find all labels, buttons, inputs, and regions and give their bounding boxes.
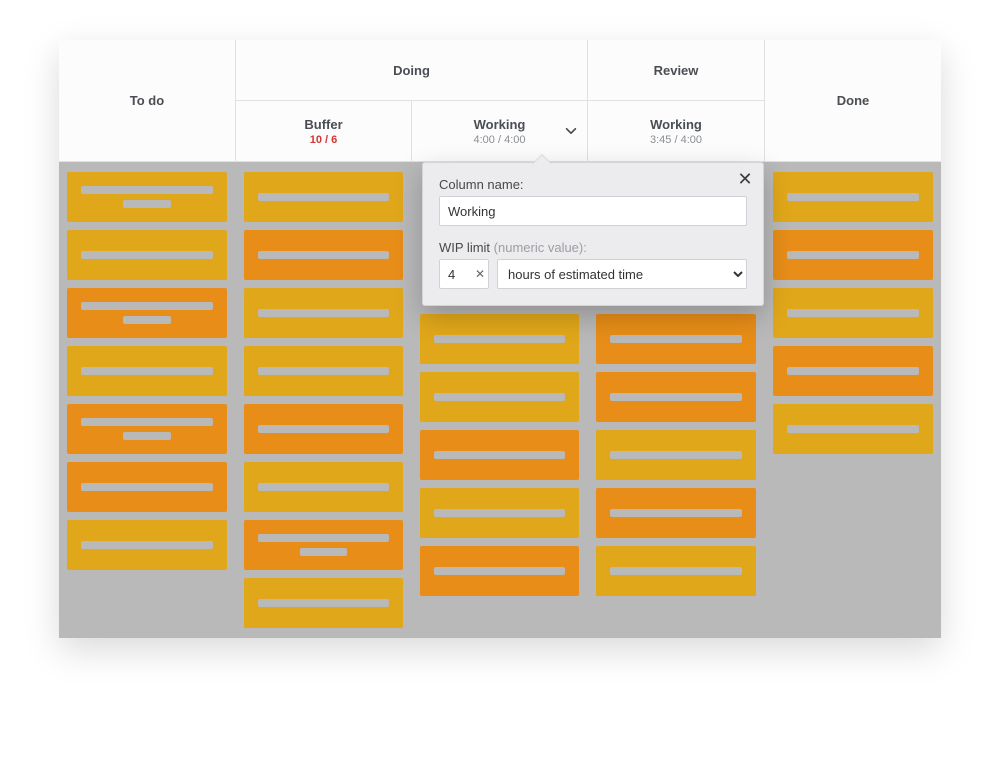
card[interactable] [596, 430, 756, 480]
card[interactable] [596, 372, 756, 422]
card[interactable] [420, 546, 579, 596]
card[interactable] [596, 314, 756, 364]
card-line [434, 567, 565, 575]
card-line [610, 509, 742, 517]
card[interactable] [773, 346, 933, 396]
card[interactable] [67, 346, 227, 396]
card-line [123, 316, 171, 324]
col-group-review: Review Working 3:45 / 4:00 [588, 40, 765, 162]
card[interactable] [244, 462, 403, 512]
card-line [123, 432, 171, 440]
card-line [258, 367, 389, 375]
subcol-label: Working [650, 117, 702, 132]
card-line [258, 309, 389, 317]
card[interactable] [67, 462, 227, 512]
card-line [787, 309, 919, 317]
col-header-done[interactable]: Done [765, 40, 941, 162]
card-line [258, 193, 389, 201]
card[interactable] [244, 288, 403, 338]
lane-todo[interactable] [59, 162, 236, 638]
chevron-down-icon[interactable] [563, 123, 579, 139]
subcol-header-working-review[interactable]: Working 3:45 / 4:00 [588, 101, 765, 162]
card[interactable] [773, 404, 933, 454]
card-line [258, 534, 389, 542]
card-line [300, 548, 347, 556]
card[interactable] [596, 488, 756, 538]
card[interactable] [67, 520, 227, 570]
card[interactable] [244, 520, 403, 570]
card-line [787, 425, 919, 433]
card-line [434, 335, 565, 343]
card-line [81, 418, 213, 426]
subcol-header-working-doing[interactable]: Working 4:00 / 4:00 [412, 101, 588, 162]
card[interactable] [420, 488, 579, 538]
clear-icon[interactable]: ✕ [475, 267, 485, 281]
card[interactable] [244, 404, 403, 454]
column-edit-popover: ✕ Column name: WIP limit (numeric value)… [422, 162, 764, 306]
card[interactable] [420, 314, 579, 364]
card[interactable] [67, 230, 227, 280]
subcol-label: Buffer [304, 117, 342, 132]
wip-limit-label-text: WIP limit [439, 240, 490, 255]
wip-number-wrap: ✕ [439, 259, 489, 289]
card[interactable] [67, 172, 227, 222]
card-line [610, 451, 742, 459]
lane-buffer[interactable] [236, 162, 412, 638]
card-line [434, 509, 565, 517]
popover-arrow [533, 155, 551, 164]
card-line [434, 393, 565, 401]
header-row-groups: To do Doing Buffer 10 / 6 Working 4:00 /… [59, 40, 941, 162]
col-group-doing: Doing Buffer 10 / 6 Working 4:00 / 4:00 [236, 40, 588, 162]
lane-done[interactable] [765, 162, 941, 638]
card[interactable] [773, 172, 933, 222]
col-header-review[interactable]: Review [588, 40, 765, 101]
card[interactable] [244, 578, 403, 628]
card-line [258, 425, 389, 433]
column-name-label: Column name: [439, 177, 747, 192]
card-line [610, 393, 742, 401]
card-line [123, 200, 171, 208]
wip-limit-hint: (numeric value): [490, 240, 587, 255]
card-line [610, 335, 742, 343]
card-line [434, 451, 565, 459]
subcol-meta: 3:45 / 4:00 [650, 134, 702, 146]
card[interactable] [244, 230, 403, 280]
close-icon[interactable]: ✕ [735, 169, 755, 189]
card[interactable] [67, 404, 227, 454]
card-line [81, 483, 213, 491]
subcol-meta: 10 / 6 [310, 134, 338, 146]
subcol-meta: 4:00 / 4:00 [474, 134, 526, 146]
card-line [610, 567, 742, 575]
card[interactable] [244, 172, 403, 222]
card[interactable] [773, 230, 933, 280]
card[interactable] [596, 546, 756, 596]
card-line [787, 193, 919, 201]
card-line [81, 367, 213, 375]
card[interactable] [244, 346, 403, 396]
card-line [81, 541, 213, 549]
wip-unit-select[interactable]: hours of estimated time [497, 259, 747, 289]
card[interactable] [420, 372, 579, 422]
card-line [81, 186, 213, 194]
col-header-todo[interactable]: To do [59, 40, 236, 162]
card-line [258, 599, 389, 607]
wip-limit-label: WIP limit (numeric value): [439, 240, 747, 255]
card-line [81, 302, 213, 310]
card-line [787, 251, 919, 259]
card-line [81, 251, 213, 259]
card[interactable] [67, 288, 227, 338]
subcol-header-buffer[interactable]: Buffer 10 / 6 [236, 101, 412, 162]
subcol-label: Working [474, 117, 526, 132]
column-name-input[interactable] [439, 196, 747, 226]
col-header-doing[interactable]: Doing [236, 40, 588, 101]
card-line [258, 251, 389, 259]
card[interactable] [420, 430, 579, 480]
card-line [787, 367, 919, 375]
card-line [258, 483, 389, 491]
kanban-board: To do Doing Buffer 10 / 6 Working 4:00 /… [59, 40, 941, 638]
card[interactable] [773, 288, 933, 338]
